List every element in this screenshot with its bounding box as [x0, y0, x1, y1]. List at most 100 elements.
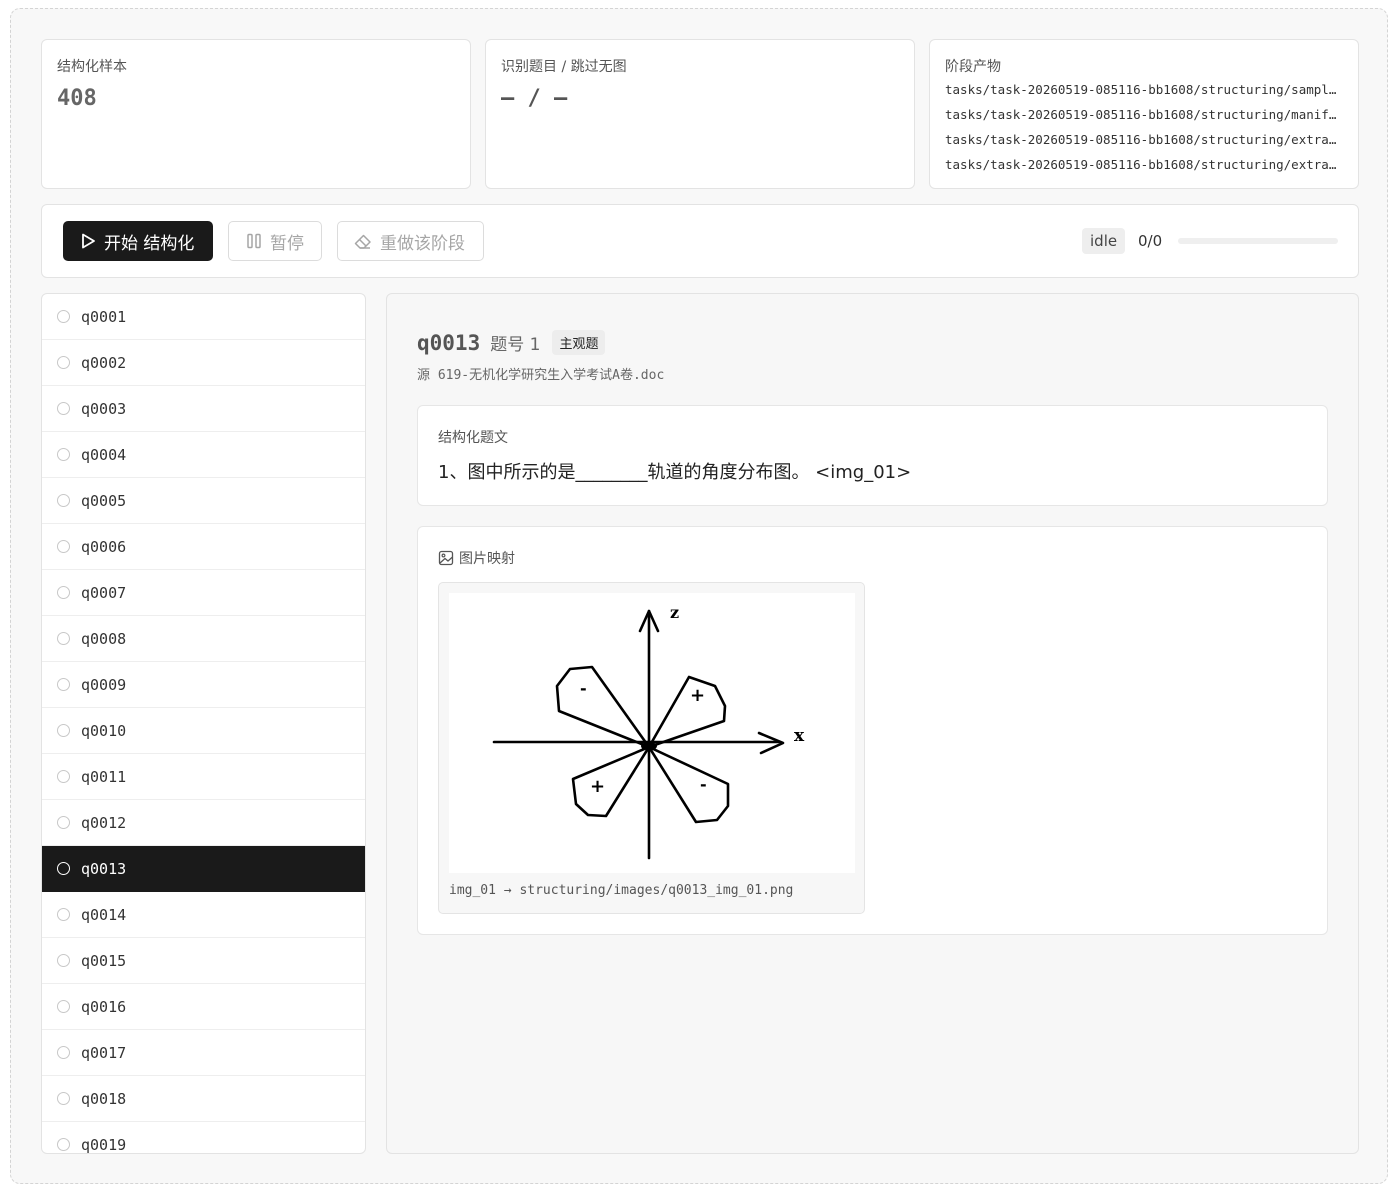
question-list-label: q0015 — [81, 951, 127, 970]
image-icon — [438, 550, 454, 566]
progress-count: 0/0 — [1138, 232, 1163, 250]
question-list: q0001 q0002 q0003 q0004 q0005 q0006 q0007 q0008… — [41, 293, 366, 1154]
question-list-label: q0006 — [81, 537, 127, 556]
status-badge: idle — [1082, 228, 1126, 254]
image-mapping-label: 图片映射 — [459, 551, 515, 567]
artifacts-label: 阶段产物 — [945, 59, 1001, 75]
question-list-label: q0004 — [81, 445, 127, 464]
samples-card: 结构化样本 408 — [41, 39, 471, 189]
question-list-item[interactable]: q0002 — [42, 340, 365, 386]
artifact-path[interactable]: tasks/task-20260519-085116-bb1608/struct… — [945, 131, 1343, 156]
radio-circle-icon — [57, 816, 70, 829]
question-list-label: q0012 — [81, 813, 127, 832]
recognized-label: 识别题目 / 跳过无图 — [501, 59, 627, 75]
radio-circle-icon — [57, 632, 70, 645]
lobe-sign: + — [590, 776, 605, 797]
samples-count: 408 — [57, 86, 97, 111]
recognized-card: 识别题目 / 跳过无图 — / — — [485, 39, 915, 189]
question-list-item[interactable]: q0015 — [42, 938, 365, 984]
artifacts-card: 阶段产物 tasks/task-20260519-085116-bb1608/s… — [929, 39, 1359, 189]
question-list-label: q0002 — [81, 353, 127, 372]
pause-button[interactable]: 暂停 — [228, 221, 322, 261]
question-stem: 1、图中所示的是________轨道的角度分布图。 <img_01> — [438, 462, 912, 483]
radio-circle-icon — [57, 1046, 70, 1059]
question-type-badge: 主观题 — [552, 330, 606, 355]
question-list-label: q0019 — [81, 1135, 127, 1154]
play-icon — [82, 233, 95, 249]
artifact-path[interactable]: tasks/task-20260519-085116-bb1608/struct… — [945, 156, 1343, 181]
lobe-sign: - — [700, 775, 707, 794]
pause-icon — [247, 233, 261, 249]
lobe-sign: + — [690, 685, 705, 706]
image-thumbnail[interactable]: z x - + + - img_01 → structuring/images/… — [438, 582, 865, 914]
question-list-item[interactable]: q0009 — [42, 662, 365, 708]
question-number: 题号 1 — [490, 335, 541, 355]
question-list-item[interactable]: q0013 — [42, 846, 365, 892]
question-list-label: q0017 — [81, 1043, 127, 1062]
radio-circle-icon — [57, 954, 70, 967]
radio-circle-icon — [57, 908, 70, 921]
progress-bar — [1178, 238, 1338, 244]
question-list-item[interactable]: q0006 — [42, 524, 365, 570]
question-list-item[interactable]: q0017 — [42, 1030, 365, 1076]
question-header: q0013 题号 1 主观题 — [417, 330, 606, 355]
samples-label: 结构化样本 — [57, 59, 127, 75]
axis-x-label: x — [794, 726, 805, 746]
orbital-diagram: z x - + + - — [449, 593, 855, 873]
eraser-icon — [354, 234, 371, 249]
question-list-item[interactable]: q0016 — [42, 984, 365, 1030]
radio-circle-icon — [57, 1092, 70, 1105]
artifact-path[interactable]: tasks/task-20260519-085116-bb1608/struct… — [945, 81, 1343, 106]
question-detail-panel: q0013 题号 1 主观题 源 619-无机化学研究生入学考试A卷.doc 结… — [386, 293, 1359, 1154]
image-mapping-header: 图片映射 — [438, 548, 515, 568]
radio-circle-icon — [57, 310, 70, 323]
question-list-item[interactable]: q0007 — [42, 570, 365, 616]
question-list-label: q0007 — [81, 583, 127, 602]
radio-circle-icon — [57, 724, 70, 737]
radio-circle-icon — [57, 402, 70, 415]
question-list-label: q0003 — [81, 399, 127, 418]
radio-circle-icon — [57, 678, 70, 691]
question-list-item[interactable]: q0018 — [42, 1076, 365, 1122]
radio-circle-icon — [57, 1000, 70, 1013]
question-list-label: q0011 — [81, 767, 127, 786]
radio-circle-icon — [57, 1138, 70, 1151]
artifact-path[interactable]: tasks/task-20260519-085116-bb1608/struct… — [945, 106, 1343, 131]
question-list-label: q0010 — [81, 721, 127, 740]
question-list-item[interactable]: q0004 — [42, 432, 365, 478]
question-list-label: q0008 — [81, 629, 127, 648]
stem-label: 结构化题文 — [438, 430, 508, 446]
question-id: q0013 — [417, 330, 481, 355]
recognized-value: — / — — [501, 86, 568, 111]
question-list-label: q0018 — [81, 1089, 127, 1108]
question-list-label: q0014 — [81, 905, 127, 924]
toolbar: 开始 结构化 暂停 重做该阶段 idle 0/0 — [41, 204, 1359, 278]
axis-z-label: z — [670, 603, 679, 622]
pause-button-label: 暂停 — [270, 233, 304, 254]
image-mapping-card: 图片映射 z x - + + - img_01 → structuring/im… — [417, 526, 1328, 935]
question-list-item[interactable]: q0005 — [42, 478, 365, 524]
image-caption: img_01 → structuring/images/q0013_img_01… — [449, 883, 794, 898]
start-structuring-button[interactable]: 开始 结构化 — [63, 221, 213, 261]
lobe-sign: - — [580, 679, 587, 698]
question-list-item[interactable]: q0008 — [42, 616, 365, 662]
start-button-label: 开始 结构化 — [104, 233, 195, 254]
question-list-item[interactable]: q0019 — [42, 1122, 365, 1154]
question-list-label: q0005 — [81, 491, 127, 510]
radio-circle-icon — [57, 448, 70, 461]
question-list-item[interactable]: q0014 — [42, 892, 365, 938]
question-list-label: q0001 — [81, 307, 127, 326]
question-list-item[interactable]: q0012 — [42, 800, 365, 846]
radio-circle-icon — [57, 540, 70, 553]
redo-button-label: 重做该阶段 — [380, 233, 465, 254]
stem-card: 结构化题文 1、图中所示的是________轨道的角度分布图。 <img_01> — [417, 405, 1328, 506]
question-source: 源 619-无机化学研究生入学考试A卷.doc — [417, 368, 665, 383]
question-list-label: q0016 — [81, 997, 127, 1016]
question-list-item[interactable]: q0001 — [42, 294, 365, 340]
question-list-item[interactable]: q0010 — [42, 708, 365, 754]
question-list-item[interactable]: q0003 — [42, 386, 365, 432]
question-list-item[interactable]: q0011 — [42, 754, 365, 800]
redo-stage-button[interactable]: 重做该阶段 — [337, 221, 484, 261]
question-list-label: q0013 — [81, 859, 127, 878]
artifact-path-list: tasks/task-20260519-085116-bb1608/struct… — [945, 81, 1343, 181]
